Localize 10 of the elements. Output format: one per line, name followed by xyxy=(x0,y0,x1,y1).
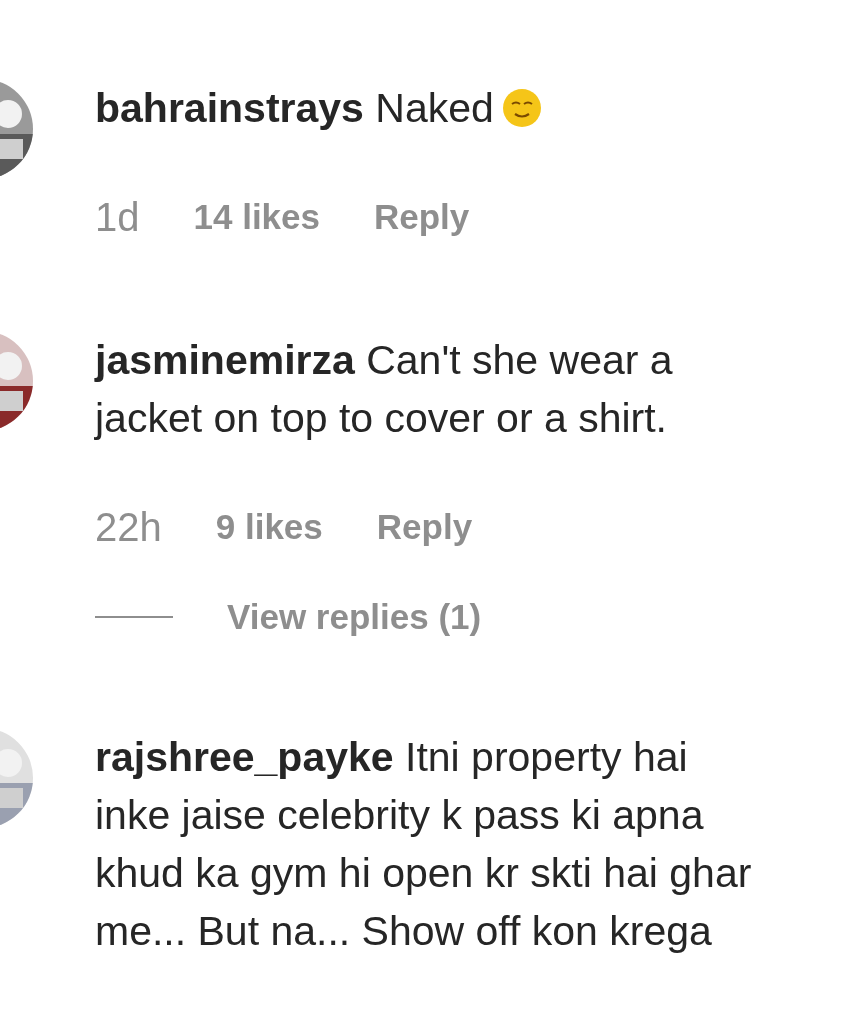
view-replies-button[interactable]: View replies (1) xyxy=(227,591,482,644)
comment-time: 1d xyxy=(95,194,140,241)
comment-text: rajshree_payke Itni property hai inke jaise celebrity k pass ki apna khud ka gym hi open kr skti hai ghar me... But na... Show off kon krega xyxy=(95,732,753,956)
comment-text: bahrainstrays Naked xyxy=(95,79,755,137)
comment-text: jasminemirza Can't she wear a jacket on top to cover or a shirt. xyxy=(95,336,674,443)
reply-button[interactable]: Reply xyxy=(374,190,470,244)
likes-count[interactable]: 14 likes xyxy=(193,190,320,244)
likes-count[interactable]: 9 likes xyxy=(215,500,323,554)
reply-button[interactable]: Reply xyxy=(376,500,473,554)
comment-time: 22h xyxy=(95,504,162,551)
